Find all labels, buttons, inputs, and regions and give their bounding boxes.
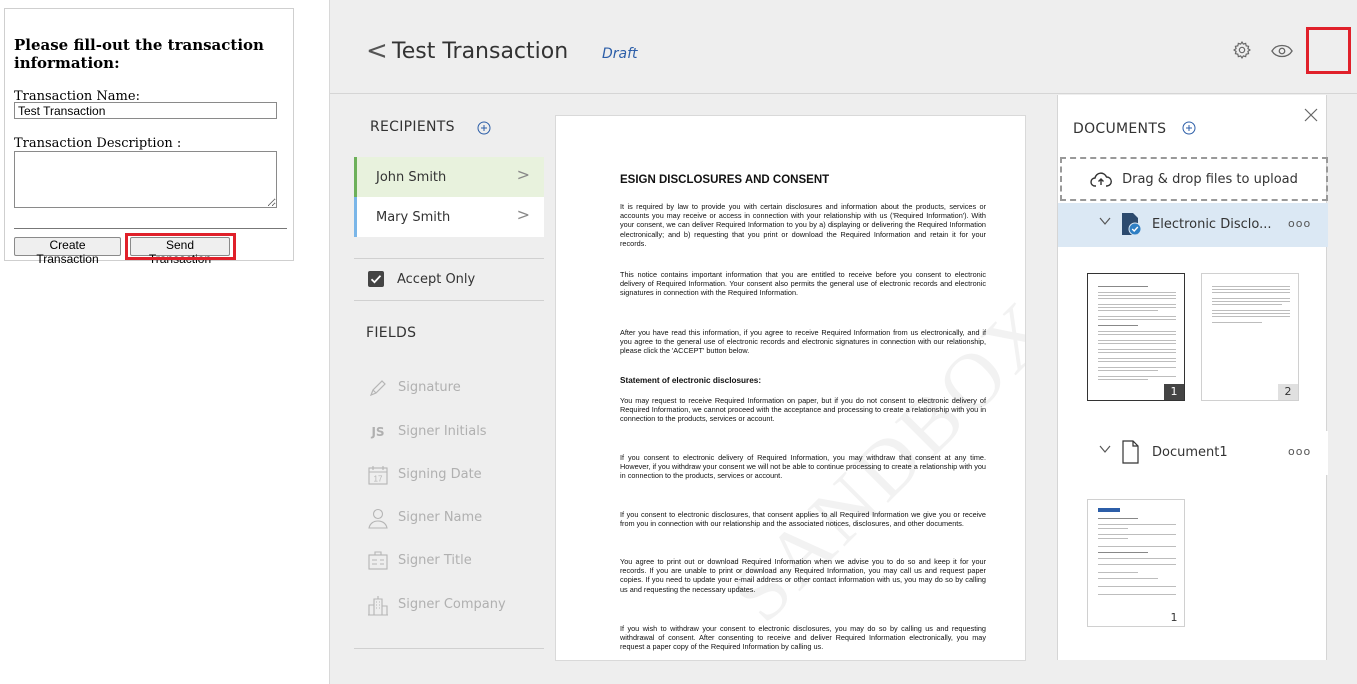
- document-name: Document1: [1152, 445, 1228, 460]
- accept-only-label: Accept Only: [397, 272, 476, 287]
- document-page[interactable]: SANDBOX ESIGN DISCLOSURES AND CONSENT It…: [555, 115, 1026, 661]
- page-number: 2: [1278, 384, 1298, 400]
- calendar-icon: 17: [366, 463, 390, 487]
- back-icon[interactable]: <: [366, 38, 388, 64]
- chevron-right-icon: >: [516, 165, 530, 184]
- fields-title: FIELDS: [366, 325, 417, 341]
- transaction-description-input[interactable]: [14, 151, 277, 208]
- editor-header: < Test Transaction Draft: [330, 0, 1357, 94]
- field-signer-title[interactable]: Signer Title: [366, 549, 546, 573]
- transaction-name-input[interactable]: [14, 102, 277, 119]
- recipient-name: Mary Smith: [376, 210, 451, 225]
- building-icon: [366, 593, 390, 617]
- document-paragraph: If you consent to electronic delivery of…: [620, 453, 986, 481]
- page-thumbnail[interactable]: 1: [1087, 499, 1185, 627]
- page-number: 1: [1164, 610, 1184, 626]
- documents-panel: DOCUMENTS Drag & drop files to upload El…: [1057, 95, 1328, 660]
- status-badge: Draft: [602, 46, 638, 62]
- document-subheading: Statement of electronic disclosures:: [620, 376, 762, 385]
- initials-icon: JS: [371, 425, 385, 439]
- page-thumbnail[interactable]: 1: [1087, 273, 1185, 401]
- document-paragraph: You may request to receive Required Info…: [620, 396, 986, 424]
- svg-text:17: 17: [374, 475, 383, 484]
- document-heading: ESIGN DISCLOSURES AND CONSENT: [620, 174, 830, 186]
- more-options-icon[interactable]: ooo: [1288, 445, 1311, 458]
- person-icon: [366, 506, 390, 530]
- recipient-mary-smith[interactable]: Mary Smith >: [354, 197, 544, 237]
- document-icon: [1122, 440, 1139, 464]
- create-transaction-button[interactable]: Create Transaction: [14, 237, 121, 266]
- document-paragraph: You agree to print out or download Requi…: [620, 557, 986, 594]
- page-thumbnail[interactable]: 2: [1201, 273, 1299, 401]
- add-document-icon[interactable]: [1182, 121, 1196, 135]
- field-label: Signer Name: [398, 510, 483, 525]
- chevron-down-icon[interactable]: [1098, 214, 1112, 228]
- add-recipient-icon[interactable]: [477, 121, 491, 135]
- transaction-form: Please fill-out the transaction informat…: [4, 8, 294, 266]
- highlight-box: [1306, 27, 1351, 74]
- document-row-document1[interactable]: Document1 ooo: [1058, 431, 1328, 475]
- accept-only-checkbox[interactable]: [368, 271, 384, 287]
- field-label: Signer Initials: [398, 424, 487, 439]
- recipient-name: John Smith: [376, 170, 447, 185]
- document-row-electronic-disclosures[interactable]: Electronic Disclo... ooo: [1058, 203, 1328, 247]
- chevron-right-icon: >: [516, 205, 530, 224]
- field-signer-company[interactable]: Signer Company: [366, 593, 546, 617]
- sidebar-divider: [354, 258, 544, 259]
- field-signer-initials[interactable]: JS Signer Initials: [366, 420, 546, 444]
- document-paragraph: If you wish to withdraw your consent to …: [620, 624, 986, 652]
- form-title: Please fill-out the transaction informat…: [14, 36, 264, 72]
- upload-label: Drag & drop files to upload: [1122, 171, 1298, 187]
- upload-dropzone[interactable]: Drag & drop files to upload: [1060, 157, 1328, 201]
- transaction-editor: < Test Transaction Draft RECIPIENTS John…: [329, 0, 1357, 684]
- signed-document-icon: [1122, 213, 1142, 236]
- field-signing-date[interactable]: 17 Signing Date: [366, 463, 546, 487]
- field-label: Signing Date: [398, 467, 482, 482]
- id-card-icon: [366, 549, 390, 573]
- eye-icon[interactable]: [1271, 44, 1293, 58]
- recipients-title: RECIPIENTS: [370, 119, 455, 135]
- field-signer-name[interactable]: Signer Name: [366, 506, 546, 530]
- field-label: Signature: [398, 380, 461, 395]
- field-label: Signer Company: [398, 597, 506, 612]
- page-title: Test Transaction: [392, 39, 569, 64]
- more-options-icon[interactable]: ooo: [1288, 217, 1311, 230]
- page-number: 1: [1164, 384, 1184, 400]
- send-button-highlight: [125, 233, 236, 260]
- pen-icon: [366, 376, 390, 400]
- cloud-upload-icon: [1090, 172, 1113, 187]
- document-paragraph: It is required by law to provide you wit…: [620, 202, 986, 248]
- document-paragraph: This notice contains important informati…: [620, 270, 986, 298]
- field-signature[interactable]: Signature: [366, 376, 546, 400]
- form-divider: [14, 228, 287, 229]
- checkmark-icon: [370, 275, 382, 284]
- transaction-description-label: Transaction Description :: [14, 136, 182, 151]
- document-paragraph: After you have read this information, if…: [620, 328, 986, 356]
- chevron-down-icon[interactable]: [1098, 442, 1112, 456]
- field-label: Signer Title: [398, 553, 472, 568]
- gear-icon[interactable]: [1232, 40, 1252, 60]
- sidebar-divider: [354, 300, 544, 301]
- sidebar-divider: [354, 648, 544, 649]
- recipient-john-smith[interactable]: John Smith >: [354, 157, 544, 197]
- document-name: Electronic Disclo...: [1152, 217, 1272, 232]
- document-paragraph: If you consent to electronic disclosures…: [620, 510, 986, 529]
- documents-title: DOCUMENTS: [1073, 121, 1167, 137]
- close-icon[interactable]: [1303, 107, 1319, 123]
